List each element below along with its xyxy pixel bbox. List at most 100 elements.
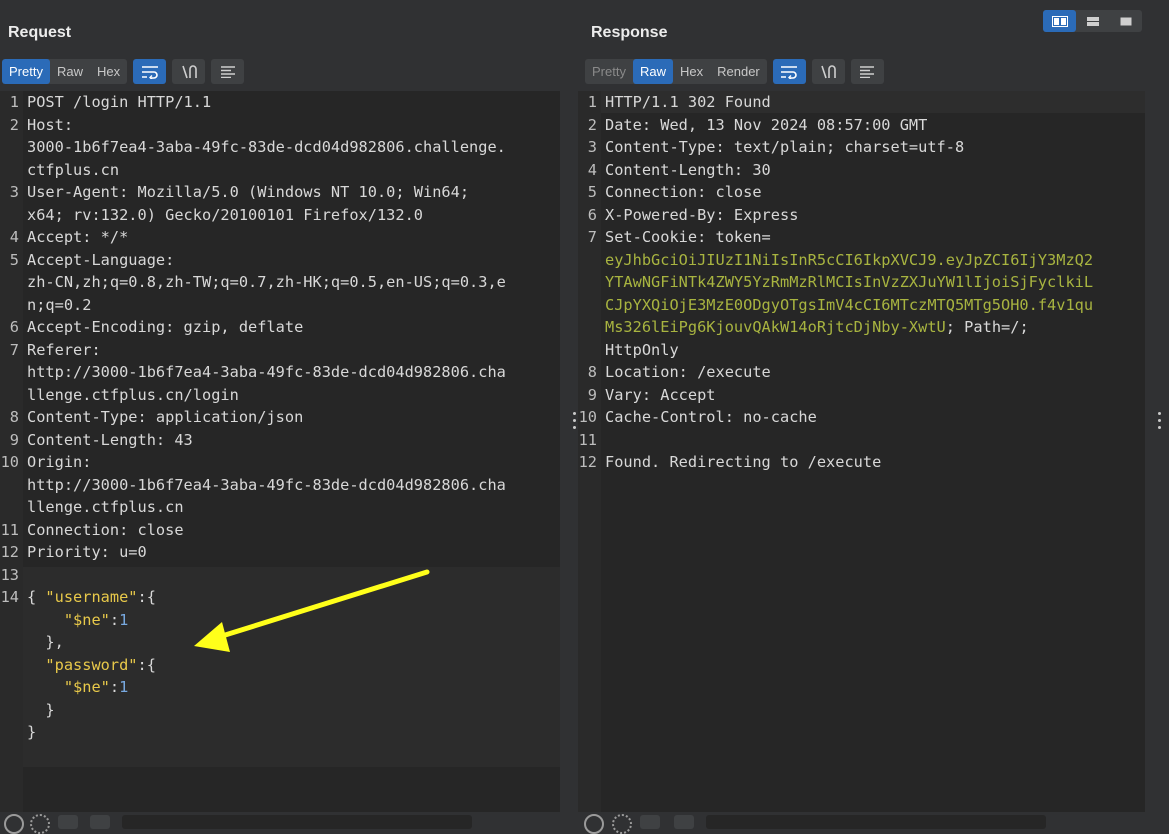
line-text: 3000-1b6f7ea4-3aba-49fc-83de-dcd04d98280… <box>27 138 506 156</box>
line-text: Ms326lEiPg6KjouvQAkW14oRjtcDjNby-XwtU; P… <box>597 316 1029 339</box>
line-text: Accept: */* <box>27 228 129 246</box>
code-line: 5 Accept-Language: <box>0 249 560 272</box>
line-number: 9 <box>587 385 597 404</box>
line-text: Origin: <box>27 453 92 471</box>
cookie-path-suffix: ; Path=/; <box>945 318 1029 336</box>
line-number <box>578 316 597 339</box>
request-tab-raw[interactable]: Raw <box>50 59 90 84</box>
jwt-token-segment: eyJhbGciOiJIUzI1NiIsInR5cCI6IkpXVCJ9.eyJ… <box>605 250 1094 269</box>
response-search-input[interactable] <box>706 815 1046 829</box>
line-number: 6 <box>9 318 19 336</box>
line-number <box>0 496 19 519</box>
response-tab-raw[interactable]: Raw <box>632 59 673 84</box>
pane-divider-handle[interactable] <box>573 412 577 436</box>
line-number: 10 <box>578 408 597 426</box>
next-arrow-icon[interactable] <box>674 815 694 829</box>
line-text: User-Agent: Mozilla/5.0 (Windows NT 10.0… <box>27 183 470 201</box>
line-text: Referer: <box>27 340 101 359</box>
line-number: 9 <box>9 430 19 449</box>
line-number <box>0 474 19 497</box>
help-icon[interactable] <box>4 814 24 834</box>
right-divider-handle[interactable] <box>1158 412 1162 436</box>
request-editor[interactable]: 1 POST /login HTTP/1.1 2 Host: 3000-1b6f7ea4… <box>0 91 560 812</box>
response-view-tabs: Pretty Raw Hex Render <box>585 59 767 84</box>
request-search-input[interactable] <box>122 815 472 829</box>
layout-horizontal-icon <box>1086 16 1099 26</box>
layout-single-button[interactable] <box>1109 10 1142 32</box>
code-line: 1 HTTP/1.1 302 Found <box>578 91 1145 114</box>
httponly-flag: HttpOnly <box>605 340 679 359</box>
code-line: 11 Connection: close <box>0 519 560 542</box>
code-line: HttpOnly <box>578 339 1145 362</box>
line-number: 12 <box>578 453 597 471</box>
line-number <box>0 294 19 317</box>
layout-side-by-side-button[interactable] <box>1043 10 1076 32</box>
line-text: llenge.ctfplus.cn/login <box>27 385 239 404</box>
line-text: Content-Type: text/plain; charset=utf-8 <box>605 138 965 156</box>
line-number <box>0 159 19 182</box>
line-number: 7 <box>9 340 19 359</box>
response-editor[interactable]: 1 HTTP/1.1 302 Found 2 Date: Wed, 13 Nov 20… <box>578 91 1145 812</box>
line-number <box>0 271 19 294</box>
line-text: Content-Length: 30 <box>605 160 771 179</box>
request-toolbar: Pretty Raw Hex <box>2 59 245 84</box>
code-line: 10 Origin: <box>0 451 560 474</box>
line-number: 12 <box>0 543 19 561</box>
request-newline-button[interactable] <box>172 59 206 84</box>
code-line: 4 Content-Length: 30 <box>578 159 1145 182</box>
code-line: zh-CN,zh;q=0.8,zh-TW;q=0.7,zh-HK;q=0.5,e… <box>0 271 560 294</box>
help-icon[interactable] <box>584 814 604 834</box>
line-text: Connection: close <box>27 520 184 539</box>
line-text: Vary: Accept <box>605 385 716 404</box>
line-number: 3 <box>587 138 597 156</box>
line-number <box>578 294 597 317</box>
code-line: 12 Found. Redirecting to /execute <box>578 451 1145 474</box>
line-number: 1 <box>9 93 19 111</box>
right-sidebar-strip <box>1145 91 1169 812</box>
line-text: Accept-Language: <box>27 250 175 269</box>
line-number: 5 <box>587 183 597 201</box>
layout-horizontal-button[interactable] <box>1076 10 1109 32</box>
code-line: Ms326lEiPg6KjouvQAkW14oRjtcDjNby-XwtU; P… <box>578 316 1145 339</box>
line-number <box>578 249 597 272</box>
line-number: 2 <box>587 115 597 134</box>
response-lines: 1 HTTP/1.1 302 Found 2 Date: Wed, 13 Nov 20… <box>578 91 1145 474</box>
response-tab-hex[interactable]: Hex <box>673 59 710 84</box>
request-wrap-lines-button[interactable] <box>133 59 167 84</box>
code-line: 8 Content-Type: application/json <box>0 406 560 429</box>
line-number: 11 <box>0 520 19 539</box>
response-wrap-lines-button[interactable] <box>772 59 806 84</box>
settings-icon[interactable] <box>30 814 50 834</box>
next-arrow-icon[interactable] <box>90 815 110 829</box>
code-line: "password":{ <box>45 655 156 674</box>
line-number: 8 <box>587 363 597 381</box>
newline-icon <box>181 64 197 78</box>
code-line: 6 X-Powered-By: Express <box>578 204 1145 227</box>
code-line: 3 User-Agent: Mozilla/5.0 (Windows NT 10.… <box>0 181 560 204</box>
line-number: 13 <box>0 565 19 584</box>
response-newline-button[interactable] <box>811 59 845 84</box>
response-tab-render[interactable]: Render <box>710 59 767 84</box>
response-menu-button[interactable] <box>850 59 884 84</box>
jwt-token-segment: YTAwNGFiNTk4ZWY5YzRmMzRlMCIsInVzZXJuYW1l… <box>605 273 1094 291</box>
code-line: n;q=0.2 <box>0 294 560 317</box>
menu-icon <box>220 65 235 78</box>
json-value-ne: 1 <box>119 610 129 629</box>
line-text: Accept-Encoding: gzip, deflate <box>27 318 304 336</box>
line-text <box>597 429 605 452</box>
menu-icon <box>860 65 875 78</box>
prev-arrow-icon[interactable] <box>640 815 660 829</box>
request-tab-pretty[interactable]: Pretty <box>2 59 50 84</box>
request-menu-button[interactable] <box>211 59 245 84</box>
line-text: ctfplus.cn <box>27 160 120 179</box>
code-line: 7 Referer: <box>0 339 560 362</box>
request-view-tabs: Pretty Raw Hex <box>2 59 128 84</box>
prev-arrow-icon[interactable] <box>58 815 78 829</box>
settings-icon[interactable] <box>612 814 632 834</box>
response-tab-pretty[interactable]: Pretty <box>585 59 633 84</box>
response-title: Response <box>591 24 668 41</box>
line-text: YTAwNGFiNTk4ZWY5YzRmMzRlMCIsInVzZXJuYW1l… <box>597 271 1093 294</box>
request-bottom-bar <box>0 812 568 834</box>
request-tab-hex[interactable]: Hex <box>90 59 127 84</box>
layout-single-icon <box>1120 17 1131 25</box>
